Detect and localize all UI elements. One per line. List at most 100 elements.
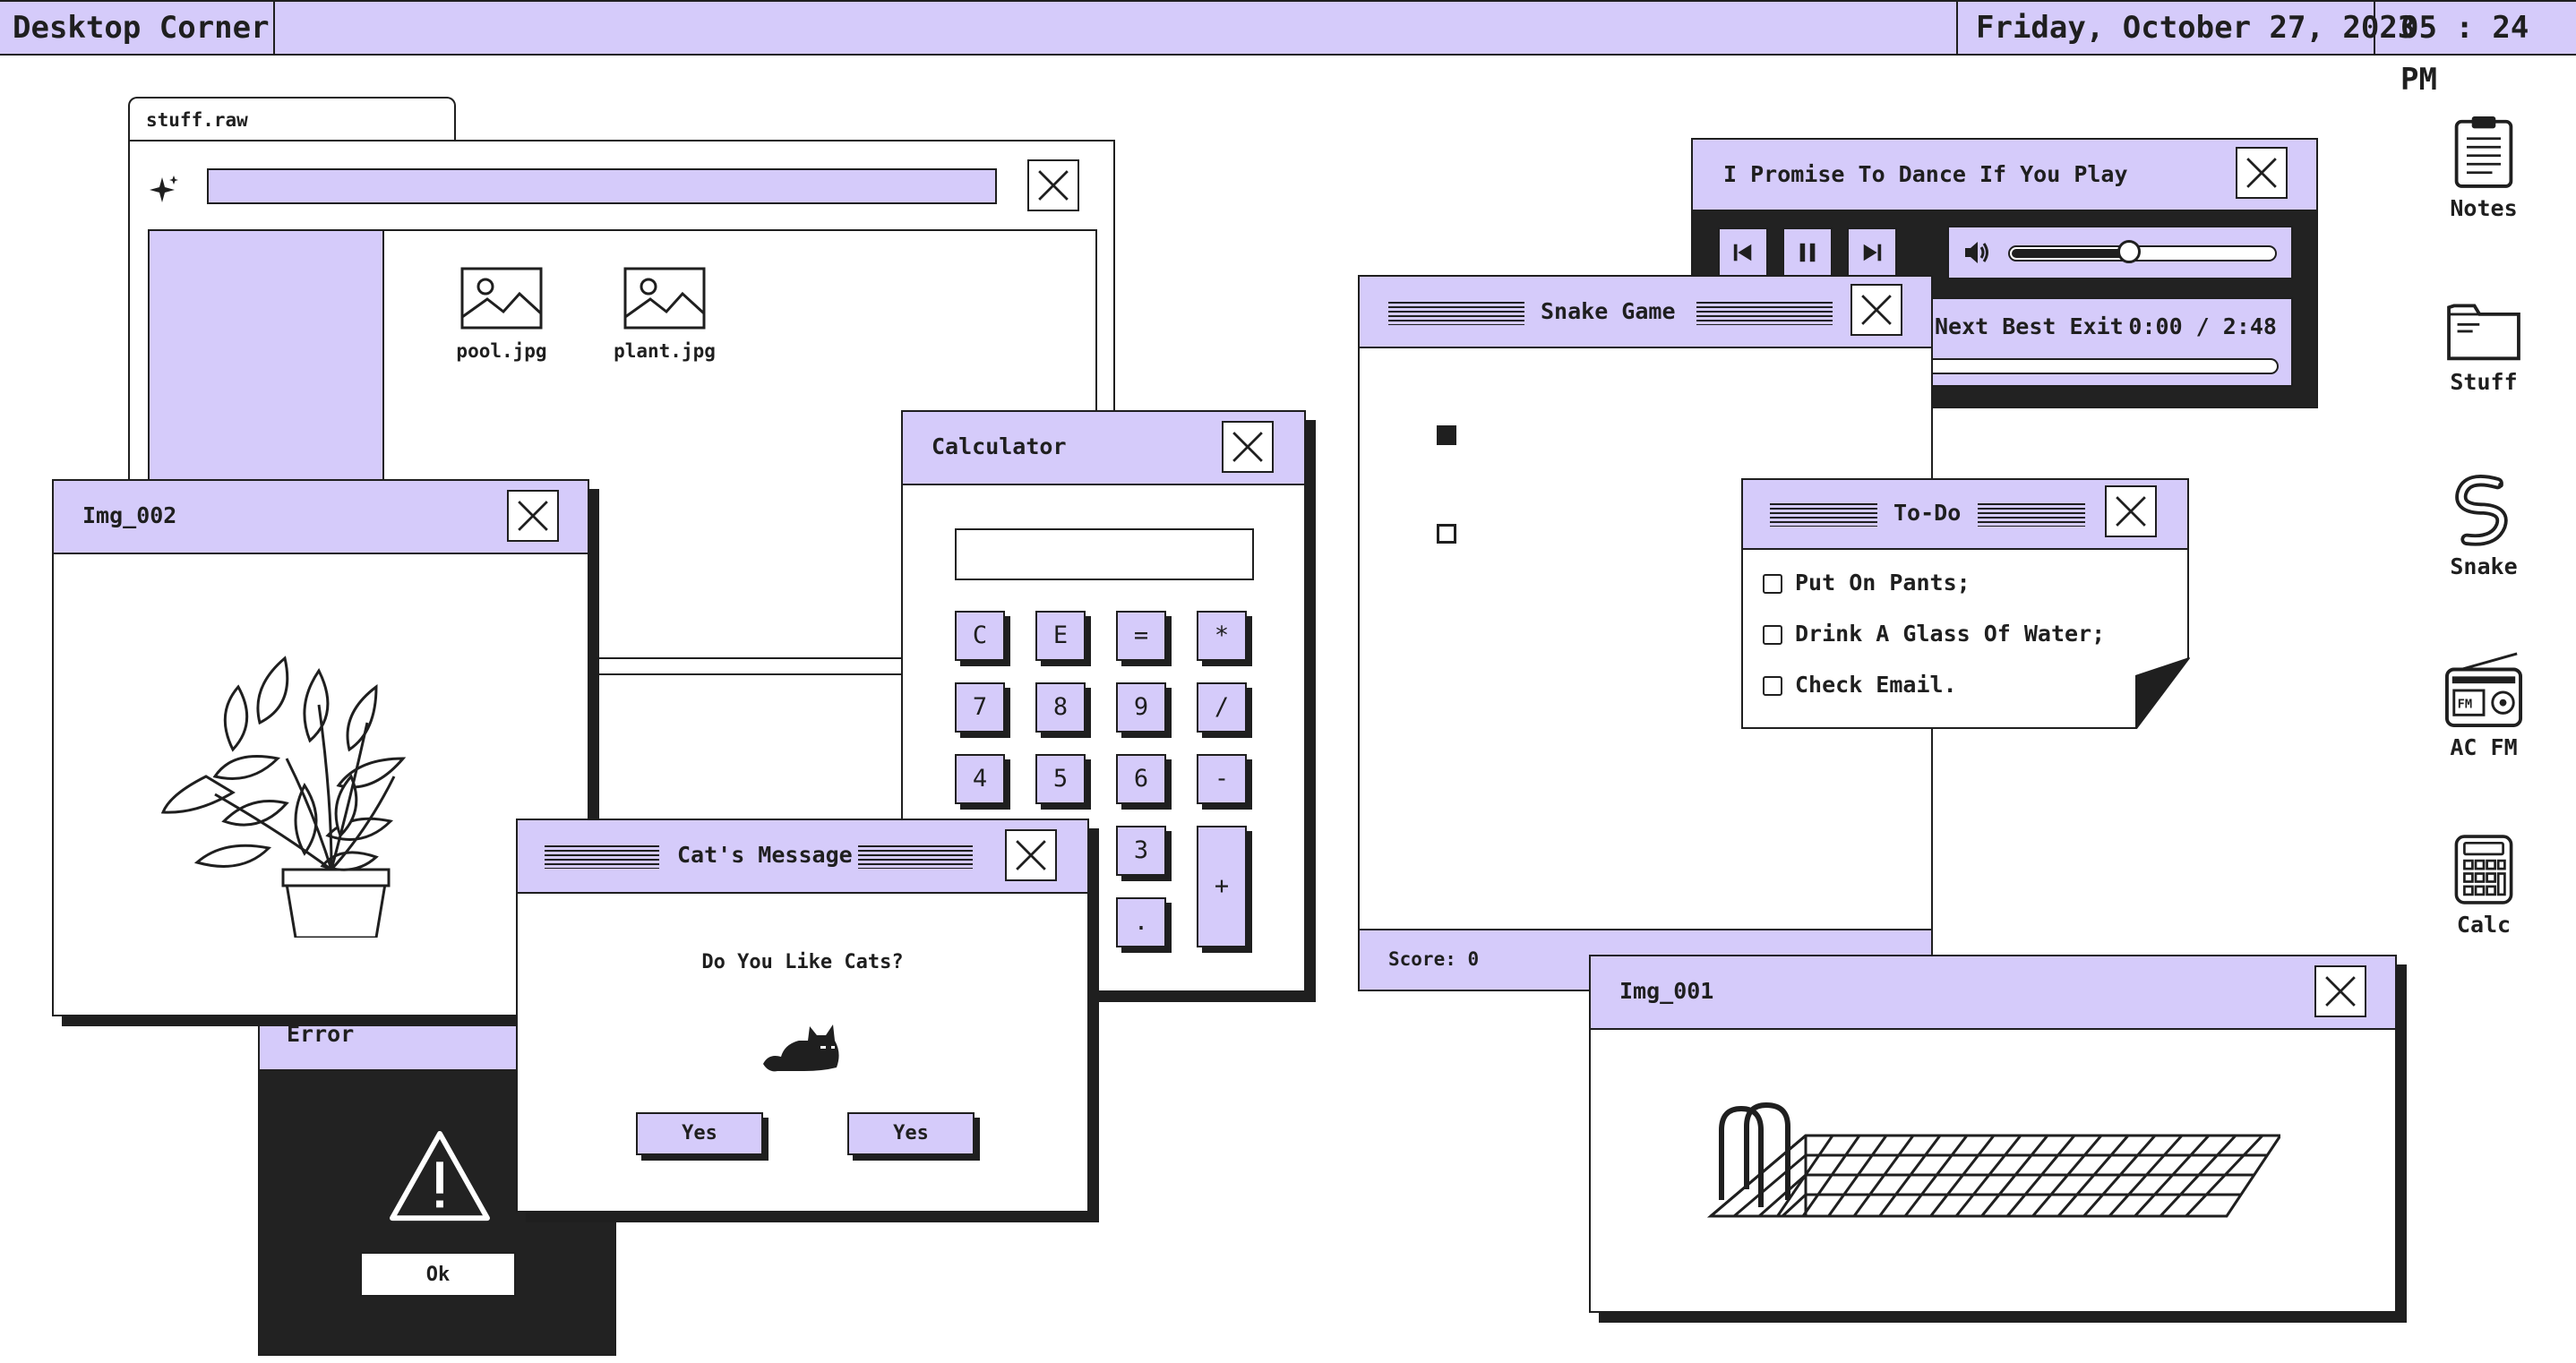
date-display: Friday, October 27, 2023: [1976, 10, 2417, 46]
key-clear[interactable]: C: [955, 611, 1005, 661]
key-multiply[interactable]: *: [1197, 611, 1247, 661]
desktop-icon-label: Calc: [2456, 912, 2512, 938]
window-title: Error: [287, 1021, 355, 1047]
plant-illustration: [160, 656, 407, 938]
app-name[interactable]: Desktop Corner: [13, 2, 270, 54]
volume-panel: [1947, 226, 2293, 279]
title-stripes: [1978, 503, 2085, 527]
close-button[interactable]: [2105, 485, 2157, 537]
folder-icon: [2447, 304, 2520, 361]
checkbox[interactable]: [1763, 625, 1782, 645]
window-title: Img_002: [82, 502, 177, 528]
image-viewer-window: Img_002: [52, 479, 589, 1016]
desktop-icon-notes[interactable]: Notes: [2421, 113, 2546, 221]
snake-icon: [2455, 475, 2508, 546]
desktop-icon-label: Notes: [2450, 195, 2518, 221]
pause-icon: [1799, 243, 1816, 262]
previous-button[interactable]: [1718, 227, 1768, 278]
close-icon: [1232, 432, 1263, 462]
address-bar[interactable]: [207, 168, 997, 204]
window-title: To-Do: [1893, 500, 1962, 526]
file-item-pool[interactable]: pool.jpg: [434, 267, 569, 362]
volume-knob[interactable]: [2117, 240, 2141, 263]
sparkle-icon[interactable]: [148, 174, 180, 206]
key-3[interactable]: 3: [1116, 826, 1166, 876]
title-bar[interactable]: To-Do: [1743, 480, 2187, 550]
image-icon: [623, 267, 706, 330]
track-name: Next Best Exit: [1935, 313, 2124, 339]
close-icon: [2325, 976, 2356, 1007]
volume-slider[interactable]: [2008, 240, 2277, 263]
close-button[interactable]: [2314, 965, 2366, 1017]
window-title: Calculator: [932, 433, 1067, 459]
key-6[interactable]: 6: [1116, 754, 1166, 804]
close-button[interactable]: [1005, 829, 1057, 881]
calculator-display[interactable]: [955, 528, 1254, 580]
file-name: pool.jpg: [456, 340, 547, 362]
file-window-tab[interactable]: stuff.raw: [128, 97, 456, 143]
dialog-question: Do You Like Cats?: [701, 951, 904, 973]
divider: [273, 2, 275, 56]
close-icon: [1038, 170, 1069, 201]
track-time: 0:00 / 2:48: [2128, 313, 2277, 339]
desktop-icon-stuff[interactable]: Stuff: [2421, 296, 2546, 395]
key-9[interactable]: 9: [1116, 682, 1166, 733]
next-button[interactable]: [1847, 227, 1897, 278]
divider: [2374, 2, 2375, 56]
title-stripes: [1388, 302, 1524, 325]
close-icon: [2116, 496, 2146, 527]
ok-button[interactable]: Ok: [360, 1252, 516, 1297]
close-button[interactable]: [1850, 284, 1902, 336]
title-bar[interactable]: I Promise To Dance If You Play: [1693, 140, 2316, 211]
close-icon: [518, 501, 548, 531]
key-divide[interactable]: /: [1197, 682, 1247, 733]
todo-item[interactable]: Check Email.: [1763, 672, 1957, 698]
desktop-icon-calc[interactable]: Calc: [2421, 833, 2546, 938]
checkbox[interactable]: [1763, 574, 1782, 594]
menu-bar: Desktop Corner Friday, October 27, 2023 …: [0, 0, 2576, 98]
key-clear-entry[interactable]: E: [1035, 611, 1086, 661]
warning-icon: [390, 1130, 490, 1222]
title-bar[interactable]: Img_002: [54, 481, 588, 554]
todo-item[interactable]: Put On Pants;: [1763, 570, 1971, 596]
key-5[interactable]: 5: [1035, 754, 1086, 804]
title-bar[interactable]: Snake Game: [1360, 277, 1931, 348]
score-label: Score: 0: [1388, 948, 1480, 970]
todo-item[interactable]: Drink A Glass Of Water;: [1763, 621, 2105, 647]
yes-button[interactable]: Yes: [636, 1112, 763, 1155]
close-button[interactable]: [1222, 421, 1274, 473]
checkbox[interactable]: [1763, 676, 1782, 696]
desktop-icon-label: AC FM: [2450, 734, 2518, 760]
key-8[interactable]: 8: [1035, 682, 1086, 733]
title-bar[interactable]: Img_001: [1591, 956, 2395, 1030]
window-title: I Promise To Dance If You Play: [1723, 161, 2128, 187]
snake-food: [1437, 524, 1456, 544]
title-bar[interactable]: Calculator: [903, 412, 1304, 485]
window-title: Snake Game: [1541, 298, 1676, 324]
close-button[interactable]: [507, 490, 559, 542]
close-icon: [1861, 295, 1892, 325]
yes-button[interactable]: Yes: [847, 1112, 975, 1155]
speaker-icon[interactable]: [1960, 236, 1992, 269]
title-bar[interactable]: Cat's Message: [518, 820, 1087, 894]
key-decimal[interactable]: .: [1116, 897, 1166, 947]
desktop-icon-ac-fm[interactable]: FM AC FM: [2421, 650, 2546, 760]
key-add[interactable]: +: [1197, 826, 1247, 947]
todo-label: Put On Pants;: [1795, 570, 1971, 596]
title-stripes: [858, 845, 973, 869]
key-4[interactable]: 4: [955, 754, 1005, 804]
key-equals[interactable]: =: [1116, 611, 1166, 661]
close-button[interactable]: [2236, 147, 2288, 199]
todo-window: To-Do Put On Pants; Drink A Glass Of Wat…: [1741, 478, 2191, 731]
desktop-icon-snake[interactable]: Snake: [2421, 475, 2546, 579]
window-title: Img_001: [1619, 978, 1714, 1004]
file-window-tab-label: stuff.raw: [146, 109, 248, 131]
file-item-plant[interactable]: plant.jpg: [597, 267, 732, 362]
pause-button[interactable]: [1782, 227, 1833, 278]
clipboard-icon: [2454, 116, 2513, 188]
title-stripes: [1696, 302, 1833, 325]
close-button[interactable]: [1027, 159, 1079, 211]
skip-forward-icon: [1863, 244, 1882, 261]
key-7[interactable]: 7: [955, 682, 1005, 733]
key-subtract[interactable]: -: [1197, 754, 1247, 804]
